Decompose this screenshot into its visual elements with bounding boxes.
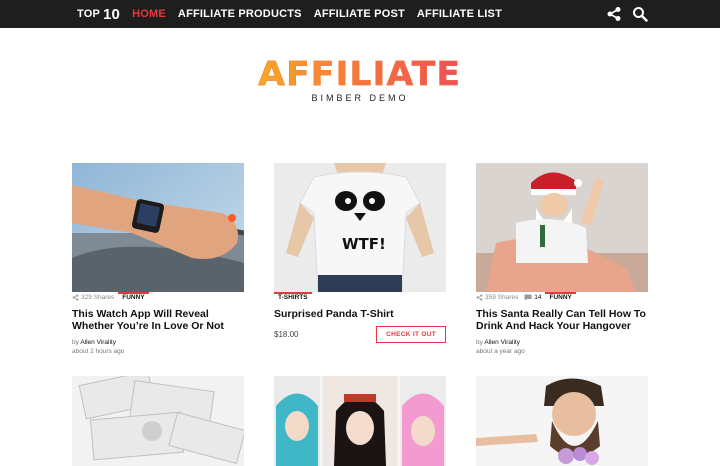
product-title[interactable]: Surprised Panda T-Shirt [274,308,446,320]
product-thumbnail-panda[interactable]: WTF! [274,163,446,292]
main-nav: TOP 10 HOME AFFILIATE PRODUCTS AFFILIATE… [77,0,514,28]
comments-text: 14 [534,293,542,301]
comment-icon [524,294,532,300]
post-title[interactable]: This Santa Really Can Tell How To Drink … [476,308,648,332]
nav-affiliate-list[interactable]: AFFILIATE LIST [417,8,502,20]
category-badge[interactable]: FUNNY [545,292,576,302]
site-logo-part1: TOP [77,8,101,20]
share-small-icon [476,293,483,301]
post-title[interactable]: This Watch App Will Reveal Whether You’r… [72,308,244,332]
nav-affiliate-products[interactable]: AFFILIATE PRODUCTS [178,8,302,20]
comments-count[interactable]: 14 [524,294,541,301]
post-thumbnail-watch[interactable] [72,163,244,292]
nav-tools [606,6,648,22]
site-logo-part2: 10 [103,5,121,23]
price-row: $18.00 CHECK IT OUT [274,326,446,343]
nav-affiliate-post[interactable]: AFFILIATE POST [314,8,405,20]
share-icon[interactable] [606,6,622,22]
author-link[interactable]: Allen Virality [484,339,520,346]
post-card-watch: 329 Shares FUNNY This Watch App Will Rev… [72,163,244,356]
post-thumbnail-money[interactable] [72,376,244,466]
search-icon[interactable] [632,6,648,22]
shares-text: 359 Shares [485,293,519,301]
post-time: about a year ago [476,348,525,355]
post-time: about 2 hours ago [72,348,125,355]
post-byline: by Allen Virality about a year ago [476,338,648,356]
category-badge[interactable]: FUNNY [118,292,149,302]
by-label: by [476,339,483,346]
product-card-panda: WTF! T-SHIRTS Surprised Panda T-Shirt $1… [274,163,446,343]
author-link[interactable]: Allen Virality [80,339,116,346]
shares-text: 329 Shares [81,293,115,301]
brand-title: AFFILIATE [258,54,462,93]
shares-count: 359 Shares [476,294,518,301]
post-meta: 359 Shares 14 FUNNY [476,292,648,302]
post-thumbnail-cosplay[interactable] [274,376,446,466]
product-price: $18.00 [274,330,299,339]
post-thumbnail-bearded-man[interactable] [476,376,648,466]
brand-logo[interactable]: AFFILIATE BIMBER DEMO [0,54,720,103]
site-logo[interactable]: TOP 10 [77,6,120,23]
post-byline: by Allen Virality about 2 hours ago [72,338,244,356]
share-small-icon [72,293,79,301]
shirt-print-text: WTF! [342,235,386,253]
nav-home[interactable]: HOME [132,8,166,20]
post-thumbnail-santa[interactable] [476,163,648,292]
post-meta: 329 Shares FUNNY [72,292,244,302]
top-nav-bar: TOP 10 HOME AFFILIATE PRODUCTS AFFILIATE… [0,0,720,28]
by-label: by [72,339,79,346]
product-meta: T-SHIRTS [274,292,446,302]
shares-count: 329 Shares [72,294,114,301]
post-card-santa: 359 Shares 14 FUNNY This Santa Really Ca… [476,163,648,356]
category-badge[interactable]: T-SHIRTS [274,292,312,302]
brand-subtitle: BIMBER DEMO [311,93,409,103]
check-it-out-button[interactable]: CHECK IT OUT [376,326,446,343]
